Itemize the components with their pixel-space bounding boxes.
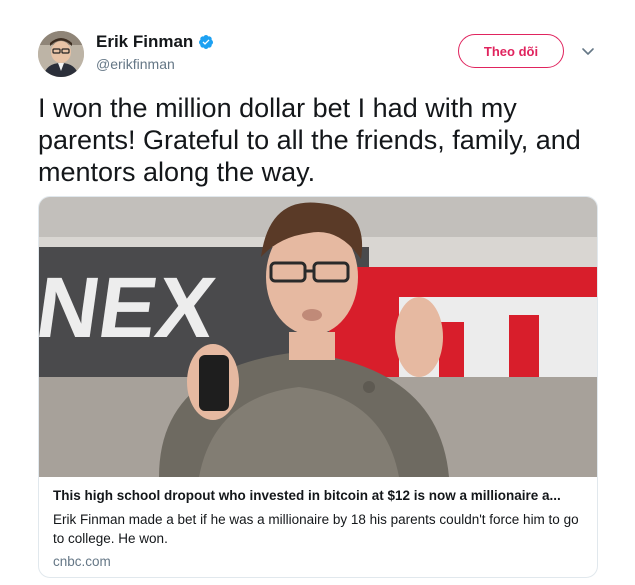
chevron-down-icon[interactable]	[580, 43, 596, 59]
card-image-text: NEX	[39, 260, 221, 356]
display-name-row[interactable]: Erik Finman	[96, 32, 214, 52]
card-description: Erik Finman made a bet if he was a milli…	[53, 512, 579, 546]
link-card[interactable]: NEX This high school dropout who investe…	[38, 196, 598, 578]
card-title[interactable]: This high school dropout who invested in…	[53, 487, 583, 505]
card-image[interactable]: NEX	[39, 197, 598, 477]
card-domain[interactable]: cnbc.com	[53, 554, 583, 569]
verified-badge-icon	[198, 34, 214, 50]
follow-button[interactable]: Theo dõi	[458, 34, 564, 68]
tweet-text: I won the million dollar bet I had with …	[38, 93, 581, 187]
display-name[interactable]: Erik Finman	[96, 32, 193, 52]
user-handle[interactable]: @erikfinman	[96, 56, 175, 72]
avatar[interactable]	[38, 31, 84, 77]
